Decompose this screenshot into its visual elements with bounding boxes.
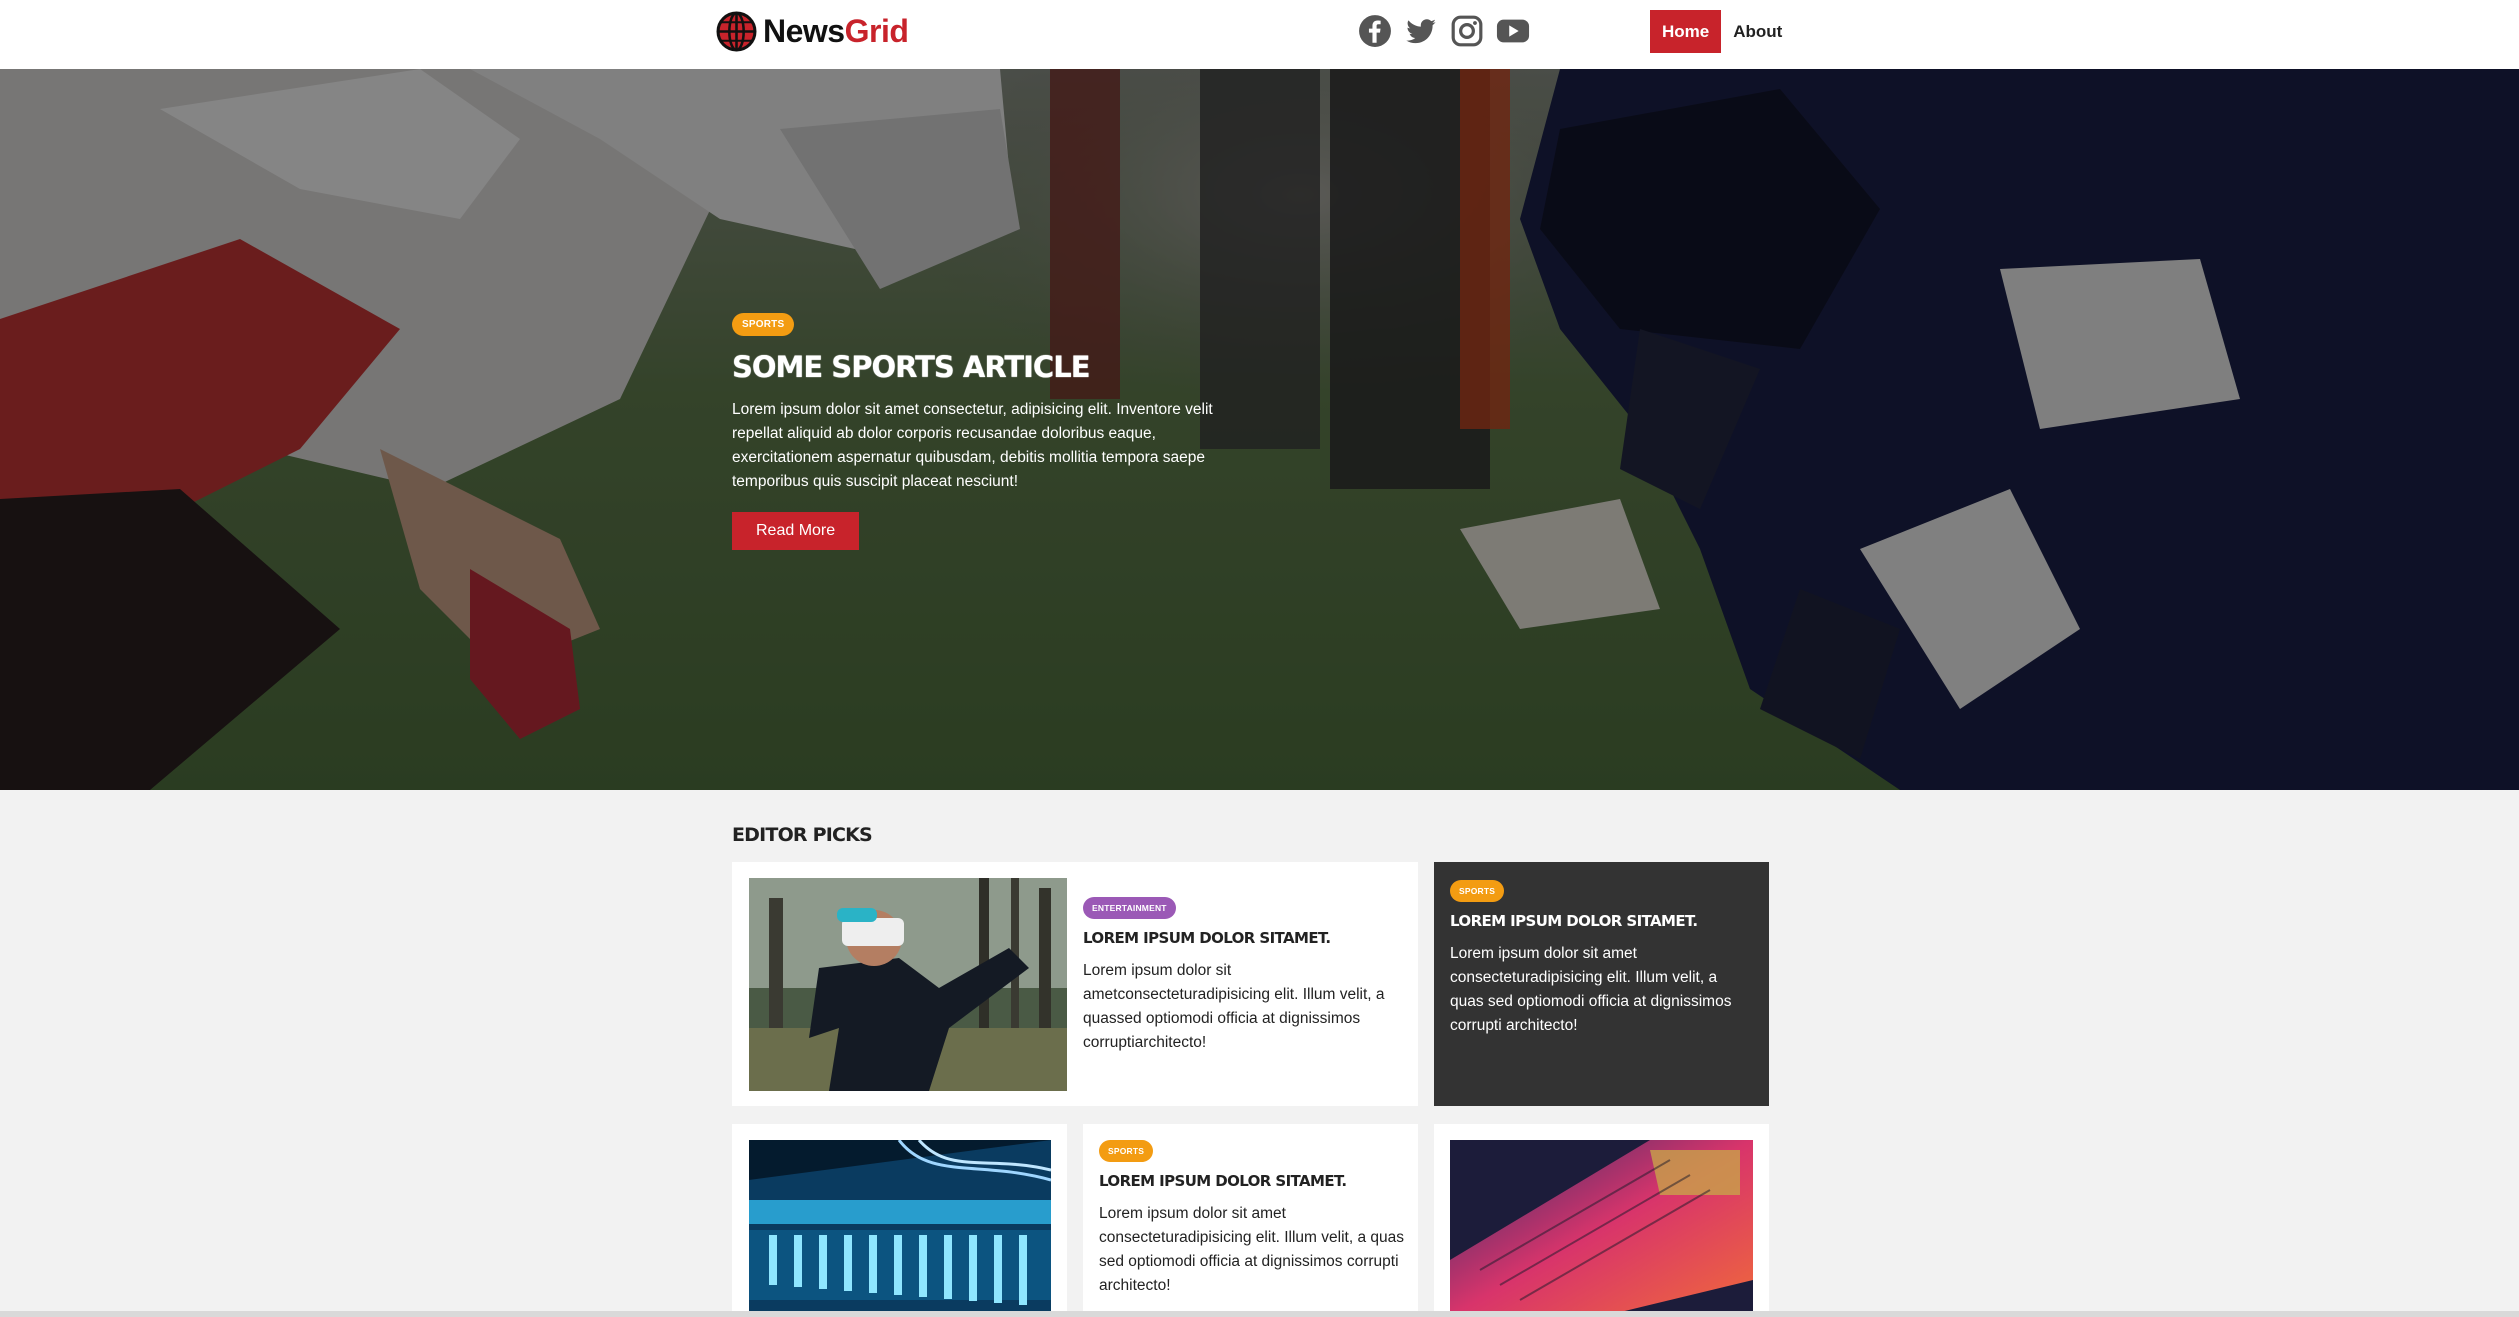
card-title[interactable]: LOREM IPSUM DOLOR SITAMET.: [1099, 1172, 1404, 1190]
card-title[interactable]: LOREM IPSUM DOLOR SITAMET.: [1450, 912, 1750, 930]
nav-links: Home About: [1650, 10, 1794, 53]
facebook-icon[interactable]: [1358, 14, 1392, 48]
nav-about-link[interactable]: About: [1721, 10, 1794, 53]
card-excerpt: Lorem ipsum dolor sit amet consecteturad…: [1450, 945, 1732, 1034]
editor-pick-card[interactable]: SPORTS LOREM IPSUM DOLOR SITAMET. Lorem …: [1083, 1124, 1418, 1317]
editor-pick-card[interactable]: ENTERTAINMENT LOREM IPSUM DOLOR SITAMET.…: [732, 862, 1418, 1106]
logo[interactable]: NewsGrid: [716, 11, 909, 52]
editor-pick-image-card[interactable]: [732, 1124, 1067, 1317]
hero-section: SPORTS SOME SPORTS ARTICLE Lorem ipsum d…: [0, 69, 2519, 790]
hero-title: SOME SPORTS ARTICLE: [732, 350, 1091, 384]
editor-picks-heading: EDITOR PICKS: [732, 824, 873, 846]
social-links: [1358, 14, 1530, 48]
card-category-badge[interactable]: SPORTS: [1450, 880, 1505, 902]
page-scroll-edge: [0, 1311, 2519, 1317]
hero-category-badge[interactable]: SPORTS: [732, 313, 795, 336]
card-excerpt: Lorem ipsum dolor sit amet consecteturad…: [1099, 1205, 1404, 1294]
youtube-icon[interactable]: [1496, 14, 1530, 48]
navbar: NewsGrid Home About: [0, 0, 2519, 69]
logo-text: NewsGrid: [763, 13, 909, 49]
card-category-badge[interactable]: ENTERTAINMENT: [1083, 897, 1176, 919]
card-excerpt: Lorem ipsum dolor sit ametconsecteturadi…: [1083, 962, 1385, 1051]
read-more-button[interactable]: Read More: [732, 512, 860, 550]
editor-pick-card-featured[interactable]: SPORTS LOREM IPSUM DOLOR SITAMET. Lorem …: [1434, 862, 1769, 1106]
hero-excerpt: Lorem ipsum dolor sit amet consectetur, …: [732, 401, 1213, 490]
nav-home-link[interactable]: Home: [1650, 10, 1722, 53]
hero-dark-overlay: [0, 69, 2519, 790]
hero-article: SPORTS SOME SPORTS ARTICLE Lorem ipsum d…: [732, 313, 1252, 550]
vr-headset-image: [749, 878, 1067, 1091]
server-rack-image: [749, 1140, 1051, 1317]
instagram-icon[interactable]: [1450, 14, 1484, 48]
laptop-keyboard-image: [1450, 1140, 1753, 1317]
editor-pick-image-card[interactable]: [1434, 1124, 1769, 1317]
card-category-badge[interactable]: SPORTS: [1099, 1140, 1154, 1162]
globe-icon: [716, 11, 757, 52]
card-title[interactable]: LOREM IPSUM DOLOR SITAMET.: [1083, 929, 1403, 947]
twitter-icon[interactable]: [1404, 14, 1438, 48]
